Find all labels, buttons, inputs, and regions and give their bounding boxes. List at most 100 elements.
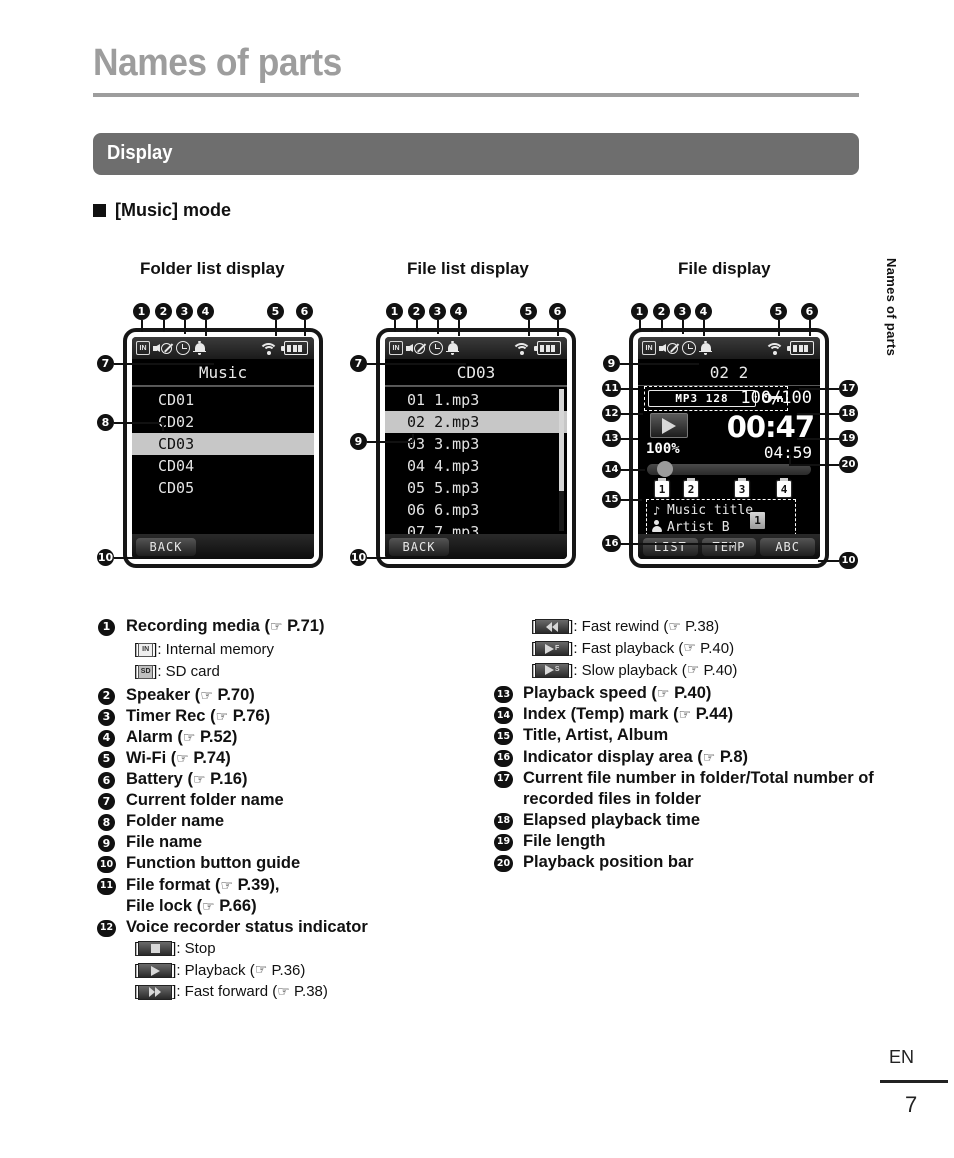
callout-9: 9 bbox=[603, 355, 620, 372]
leader-line bbox=[620, 388, 638, 390]
list-item[interactable]: 02 2.mp3 bbox=[385, 411, 567, 433]
slow-playback-icon: S bbox=[535, 662, 570, 678]
legend-sub-sd-card: [SD]: SD card bbox=[98, 661, 498, 683]
leader-line bbox=[797, 413, 839, 415]
pointing-hand-icon: ☞ bbox=[277, 984, 290, 1001]
caption-file-display: File display bbox=[678, 259, 771, 278]
legend-item-11: 11 File format (☞ P.39), File lock (☞ P.… bbox=[97, 875, 498, 917]
leader-line bbox=[412, 434, 414, 442]
list-item[interactable]: CD04 bbox=[132, 455, 314, 477]
pointing-hand-icon: ☞ bbox=[192, 772, 206, 789]
temp-button[interactable]: TEMP bbox=[701, 537, 757, 556]
leader-line bbox=[458, 320, 460, 336]
back-button[interactable]: BACK bbox=[389, 537, 449, 556]
legend-sub-text: : Playback bbox=[176, 961, 246, 979]
folder-list[interactable]: CD01 CD02 CD03 CD04 CD05 bbox=[132, 386, 314, 534]
callout-10: 10 bbox=[350, 549, 367, 566]
callout-1: 1 bbox=[133, 303, 150, 320]
list-item[interactable]: 04 4.mp3 bbox=[385, 455, 567, 477]
leader-line bbox=[437, 320, 439, 334]
scrollbar[interactable] bbox=[559, 389, 564, 531]
abc-button[interactable]: ABC bbox=[760, 537, 816, 556]
internal-memory-icon: IN bbox=[138, 642, 154, 657]
leader-line bbox=[557, 320, 559, 336]
legend-sub-ref: P.40 bbox=[703, 661, 733, 679]
callout-4: 4 bbox=[695, 303, 712, 320]
legend-bullet: 16 bbox=[494, 749, 513, 767]
leader-line bbox=[799, 388, 839, 390]
leader-line bbox=[639, 320, 641, 332]
legend-item-20: 20 Playback position bar bbox=[494, 852, 915, 873]
legend-bullet: 11 bbox=[97, 877, 116, 895]
legend-label: Wi-Fi bbox=[126, 748, 167, 767]
legend-ref: P.76 bbox=[232, 706, 265, 725]
legend-label: File format bbox=[126, 875, 211, 894]
sd-card-icon: SD bbox=[138, 664, 154, 679]
index-mark: 4 bbox=[777, 478, 791, 497]
list-item[interactable]: CD03 bbox=[132, 433, 314, 455]
list-item[interactable]: 06 6.mp3 bbox=[385, 499, 567, 521]
legend-label: Current folder name bbox=[126, 791, 284, 810]
playback-position-knob[interactable] bbox=[657, 461, 673, 477]
status-bar: IN bbox=[385, 337, 567, 359]
pointing-hand-icon: ☞ bbox=[668, 618, 681, 635]
callout-6: 6 bbox=[296, 303, 313, 320]
callout-14: 14 bbox=[602, 461, 621, 478]
legend-label: Playback speed bbox=[523, 684, 647, 703]
function-button-guide: BACK bbox=[132, 534, 314, 559]
list-item[interactable]: CD01 bbox=[132, 389, 314, 411]
indicator-display-area: 1 bbox=[638, 510, 820, 532]
legend-item-12: 12 Voice recorder status indicator bbox=[97, 917, 498, 938]
callout-3: 3 bbox=[176, 303, 193, 320]
legend-right-column: []: Fast rewind (☞ P.38) [F]: Fast playb… bbox=[494, 616, 915, 873]
index-mark: 2 bbox=[684, 478, 698, 497]
callout-20: 20 bbox=[839, 456, 858, 473]
caption-folder-list-display: Folder list display bbox=[140, 259, 285, 278]
file-list[interactable]: 01 1.mp3 02 2.mp3 03 3.mp3 04 4.mp3 05 5… bbox=[385, 386, 567, 559]
function-button-guide: BACK bbox=[385, 534, 567, 559]
battery-icon bbox=[281, 341, 308, 355]
callout-7: 7 bbox=[97, 355, 114, 372]
leader-line bbox=[703, 320, 705, 336]
legend-sub-internal-memory: [IN]: Internal memory bbox=[98, 639, 498, 661]
callout-11: 11 bbox=[602, 380, 621, 397]
pointing-hand-icon: ☞ bbox=[182, 729, 196, 746]
legend-item-18: 18 Elapsed playback time bbox=[494, 810, 915, 831]
indicator-chip: 1 bbox=[750, 512, 765, 529]
callout-8: 8 bbox=[97, 414, 114, 431]
scrollbar-thumb[interactable] bbox=[559, 389, 564, 492]
recording-media-icon: IN bbox=[389, 341, 403, 355]
page-title: Names of parts bbox=[93, 42, 342, 84]
playback-speed: 100% bbox=[646, 441, 680, 457]
section-banner: Display bbox=[93, 133, 859, 175]
callout-15: 15 bbox=[602, 491, 621, 508]
legend-ref: P.70 bbox=[217, 685, 250, 704]
pointing-hand-icon: ☞ bbox=[176, 750, 189, 767]
play-icon bbox=[662, 417, 676, 434]
pointing-hand-icon: ☞ bbox=[702, 749, 716, 766]
back-button[interactable]: BACK bbox=[136, 537, 196, 556]
speaker-muted-icon bbox=[659, 341, 679, 356]
timer-rec-icon bbox=[176, 341, 190, 355]
legend-sub-text: : Slow playback bbox=[573, 661, 678, 679]
callout-16: 16 bbox=[602, 535, 621, 552]
legend-sub-text: : Internal memory bbox=[157, 641, 275, 659]
legend-sub-text: : Stop bbox=[176, 939, 216, 957]
list-button[interactable]: LIST bbox=[643, 537, 698, 556]
list-item[interactable]: 05 5.mp3 bbox=[385, 477, 567, 499]
legend-ref: P.8 bbox=[719, 747, 743, 766]
legend-left-column: 1 Recording media (☞ P.71) [IN]: Interna… bbox=[97, 616, 498, 1003]
legend-ref: P.44 bbox=[695, 705, 728, 724]
legend-sub-text: : Fast forward bbox=[176, 983, 269, 1001]
fast-playback-icon: F bbox=[535, 641, 570, 657]
pointing-hand-icon: ☞ bbox=[269, 619, 283, 635]
alarm-icon bbox=[699, 340, 712, 356]
callout-5: 5 bbox=[520, 303, 537, 320]
list-item[interactable]: 01 1.mp3 bbox=[385, 389, 567, 411]
list-item[interactable]: CD05 bbox=[132, 477, 314, 499]
legend-label: Elapsed playback time bbox=[523, 810, 700, 829]
legend-label: Alarm bbox=[126, 727, 173, 746]
callout-5: 5 bbox=[267, 303, 284, 320]
callout-4: 4 bbox=[197, 303, 214, 320]
playback-icon bbox=[138, 963, 173, 979]
